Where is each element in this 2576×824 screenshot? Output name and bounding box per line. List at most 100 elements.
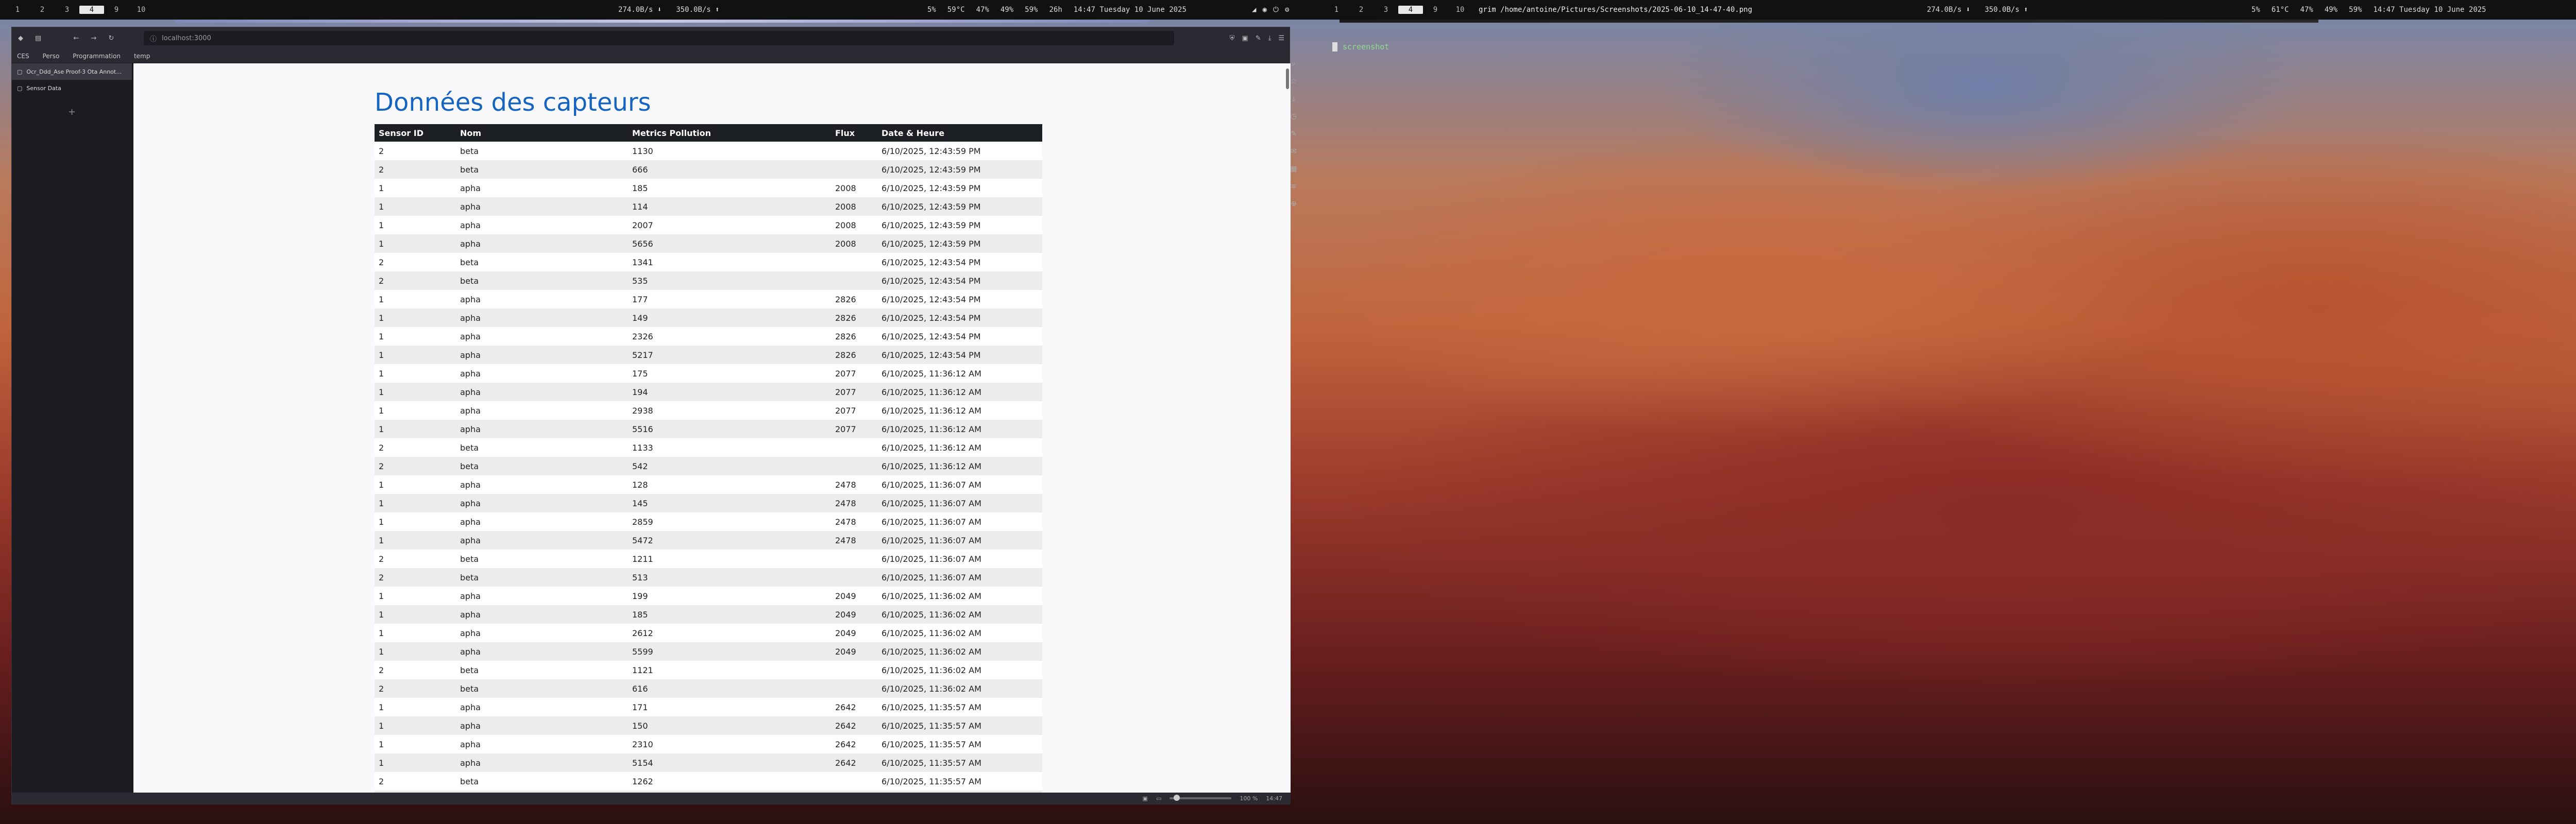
workspace-2[interactable]: 2 [1349, 6, 1374, 14]
bookmark-perso[interactable]: Perso [43, 53, 60, 60]
sidebar-toggle-icon[interactable]: ▤ [29, 35, 47, 42]
workspace-list[interactable]: 1 2 3 4 9 10 [5, 6, 154, 14]
table-cell: apha [460, 479, 481, 490]
workspace-10[interactable]: 10 [129, 6, 154, 14]
table-row: 1 apha 5217 2826 6/10/2025, 12:43:54 PM [375, 346, 1042, 364]
history-icon[interactable]: ◷ [1291, 112, 1297, 121]
url-bar[interactable]: ⓘ localhost:3000 [144, 31, 1174, 45]
calendar-icon[interactable]: ▦ [1290, 165, 1297, 173]
table-cell: 1341 [632, 257, 653, 267]
table-row: 1 apha 5516 2077 6/10/2025, 11:36:12 AM [375, 420, 1042, 438]
table-row: 1 apha 2859 2478 6/10/2025, 11:36:07 AM [375, 512, 1042, 531]
volume-icon[interactable]: ◢ [1252, 6, 1256, 14]
table-cell: beta [460, 554, 479, 564]
table-cell: 6/10/2025, 12:43:54 PM [882, 331, 981, 341]
download-icon[interactable]: ⤓ [1268, 35, 1272, 42]
mail-icon[interactable]: ✉ [1291, 147, 1297, 156]
zoom-level[interactable]: 100 % [1240, 795, 1258, 802]
table-cell: 1 [379, 628, 384, 638]
url-text[interactable]: localhost:3000 [162, 35, 211, 42]
table-cell: 5656 [632, 238, 653, 249]
workspace-4[interactable]: 4 [1398, 6, 1423, 14]
tab-sensor-data[interactable]: ▢ Sensor Data [12, 80, 132, 96]
power-icon[interactable]: ⏻ [1273, 6, 1279, 14]
workspace-1[interactable]: 1 [5, 6, 30, 14]
table-cell: 1 [379, 702, 384, 712]
table-cell: 5516 [632, 424, 653, 434]
back-icon[interactable]: ← [67, 35, 85, 42]
table-cell: apha [460, 720, 481, 731]
forward-icon[interactable]: → [85, 35, 103, 42]
browser-toolbar: ◆ ▤ ← → ↻ ⓘ localhost:3000 ⛨ ▣ ✎ ⤓ ☰ [12, 27, 1290, 49]
table-cell: 2642 [835, 758, 856, 768]
workspace-10[interactable]: 10 [1448, 6, 1472, 14]
plus-icon[interactable]: ⊕ [1291, 200, 1297, 208]
table-row: 1 apha 2310 2642 6/10/2025, 11:35:57 AM [375, 735, 1042, 753]
table-cell: 616 [632, 683, 648, 694]
window-icon[interactable]: ▭ [1156, 795, 1161, 802]
zoom-slider[interactable] [1170, 795, 1232, 801]
system-tray[interactable]: ◢ ◉ ⏻ ⚙ [1252, 6, 1289, 14]
search-icon[interactable]: ⌕ [1292, 60, 1296, 68]
bookmark-ces[interactable]: CES [17, 53, 29, 60]
clock[interactable]: 14:47 Tuesday 10 June 2025 [1074, 6, 1187, 14]
notes-icon[interactable]: ✎ [1291, 130, 1297, 138]
table-cell: 2 [379, 442, 384, 453]
menu-icon[interactable]: ☰ [1278, 35, 1284, 42]
page-icon: ▢ [17, 84, 23, 92]
table-cell: 185 [632, 183, 648, 193]
workspace-3[interactable]: 3 [1374, 6, 1398, 14]
table-cell: 542 [632, 461, 648, 471]
browser-logo-icon[interactable]: ◆ [12, 35, 29, 42]
disk-stat: 49% [1000, 6, 1014, 14]
table-cell: 5472 [632, 535, 653, 545]
downloads-icon[interactable]: ⤓ [1292, 95, 1295, 103]
table-cell: 2 [379, 572, 384, 582]
table-cell: 1 [379, 183, 384, 193]
table-cell: 6/10/2025, 11:36:02 AM [882, 665, 981, 675]
table-row: 1 apha 2007 2008 6/10/2025, 12:43:59 PM [375, 216, 1042, 234]
workspace-list-right[interactable]: 1 2 3 4 9 10 [1324, 6, 1472, 14]
table-row: 1 apha 185 2049 6/10/2025, 11:36:02 AM [375, 605, 1042, 624]
reload-icon[interactable]: ↻ [103, 35, 120, 42]
table-cell: 6/10/2025, 12:43:54 PM [882, 313, 981, 323]
new-tab-icon[interactable]: + [12, 107, 132, 117]
workspace-4[interactable]: 4 [79, 6, 104, 14]
workspace-3[interactable]: 3 [55, 6, 79, 14]
workspace-accent-left [175, 20, 1149, 23]
workspace-2[interactable]: 2 [30, 6, 55, 14]
terminal[interactable]: screenshot [1332, 42, 1389, 52]
table-row: 1 apha 175 2077 6/10/2025, 11:36:12 AM [375, 364, 1042, 383]
table-cell: 6/10/2025, 12:43:54 PM [882, 350, 981, 360]
table-cell: 6/10/2025, 11:35:57 AM [882, 758, 981, 768]
pen-icon[interactable]: ✎ [1256, 35, 1261, 42]
settings-icon[interactable]: ⚙ [1285, 6, 1289, 14]
bookmark-programmation[interactable]: Programmation [73, 53, 121, 60]
table-row: 1 apha 128 2478 6/10/2025, 11:36:07 AM [375, 475, 1042, 494]
network-stats: 274.0B/s ⬇ 350.0B/s ⬆ [618, 6, 720, 14]
table-cell: apha [460, 758, 481, 768]
table-cell: 150 [632, 720, 648, 731]
column-header: Date & Heure [877, 124, 1042, 142]
clock[interactable]: 14:47 Tuesday 10 June 2025 [2373, 6, 2486, 14]
tab-ocr[interactable]: ▢ Ocr_Ddd_Ase Proof-3 Ota Annot… [12, 63, 132, 80]
table-cell: 2008 [835, 220, 856, 230]
zoom-slider-thumb[interactable] [1174, 795, 1180, 801]
extension-icon[interactable]: ▣ [1242, 35, 1248, 42]
camera-icon[interactable]: ▣ [1143, 795, 1148, 802]
table-cell: apha [460, 387, 481, 397]
chat-icon[interactable]: ◉ [1262, 6, 1266, 14]
table-cell: 2826 [835, 294, 856, 304]
bookmark-temp[interactable]: temp [134, 53, 150, 60]
table-cell: 5154 [632, 758, 653, 768]
workspace-1[interactable]: 1 [1324, 6, 1349, 14]
table-cell: 171 [632, 702, 648, 712]
workspace-9[interactable]: 9 [104, 6, 129, 14]
feed-icon[interactable]: ≋ [1291, 182, 1297, 191]
table-cell: 1 [379, 387, 384, 397]
table-cell: 1 [379, 739, 384, 749]
shield-icon[interactable]: ⛨ [1230, 35, 1235, 42]
workspace-9[interactable]: 9 [1423, 6, 1448, 14]
bookmark-icon[interactable]: ☆ [1291, 77, 1297, 85]
table-row: 2 beta 616 6/10/2025, 11:36:02 AM [375, 679, 1042, 698]
